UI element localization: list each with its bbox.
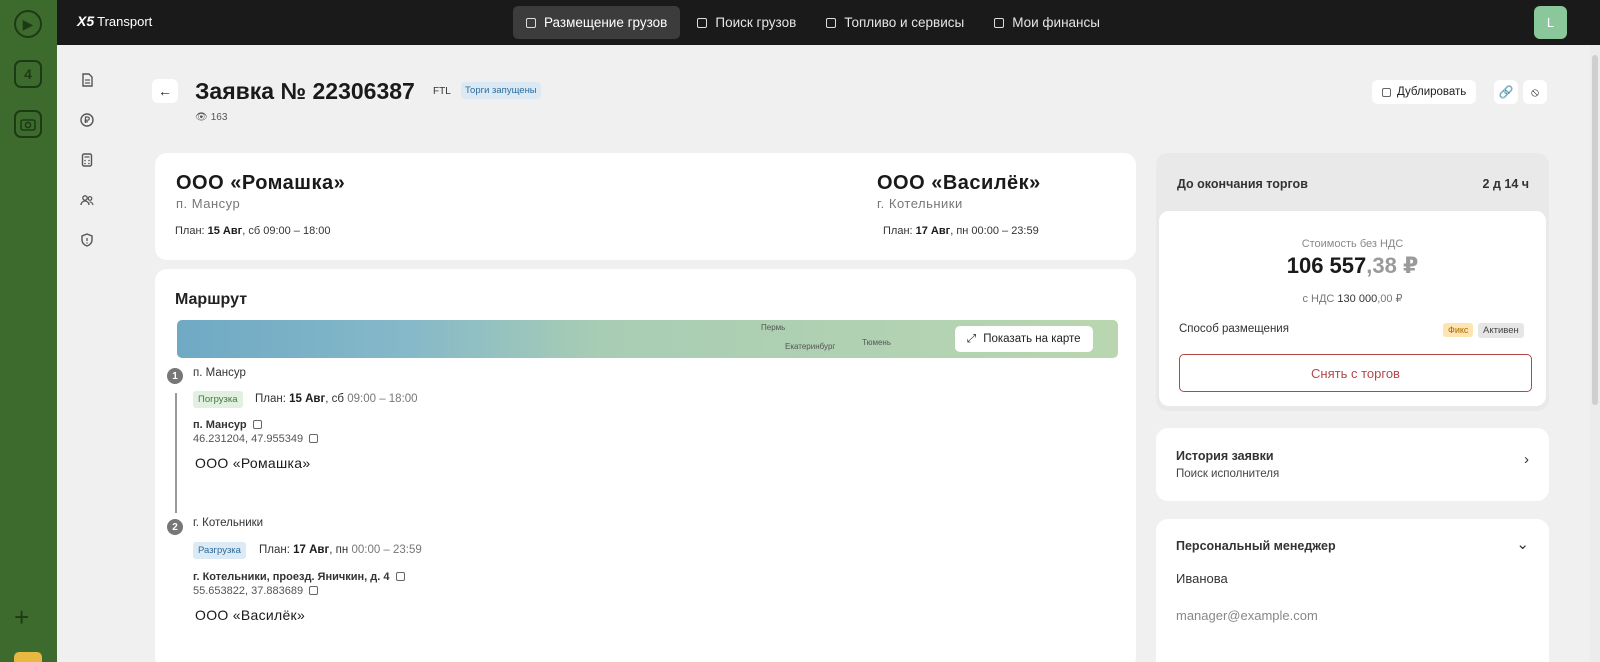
stop-city: г. Котельники xyxy=(193,517,264,529)
withdraw-from-auction-button[interactable]: Снять с торгов xyxy=(1179,354,1532,392)
app-dock: ▶ 4 + xyxy=(0,0,57,662)
map-city-label: Екатеринбург xyxy=(785,342,836,351)
chevron-down-icon[interactable]: ⌄ xyxy=(1516,535,1529,553)
map-city-label: Тюмень xyxy=(862,338,891,347)
auction-card: До окончания торгов 2 д 14 ч Стоимость б… xyxy=(1156,153,1549,411)
back-button[interactable]: ← xyxy=(152,79,178,103)
workspace-four-button[interactable]: 4 xyxy=(14,60,42,88)
users-icon[interactable] xyxy=(70,180,104,220)
truck-icon xyxy=(697,17,708,28)
route-connector-line xyxy=(175,393,177,513)
cost-with-vat: с НДС 130 000,00 ₽ xyxy=(1302,293,1403,305)
page-title: Заявка № 22306387 xyxy=(195,78,415,104)
duplicate-button[interactable]: Дублировать xyxy=(1372,80,1477,104)
expand-icon: ⤢ xyxy=(967,332,977,345)
chevron-right-icon[interactable]: › xyxy=(1524,451,1529,468)
stop-company: ООО «Ромашка» xyxy=(195,455,311,471)
loading-chip: Погрузка xyxy=(193,391,243,408)
route-title: Маршрут xyxy=(175,291,248,308)
eye-icon: 👁 xyxy=(195,112,208,123)
stop-number-badge: 2 xyxy=(167,519,183,535)
transport-type-label: FTL xyxy=(433,86,451,97)
placement-method-label: Способ размещения xyxy=(1179,323,1289,335)
nav-cargo-placement[interactable]: Размещение грузов xyxy=(513,6,681,39)
route-card: Маршрут Пермь Екатеринбург Тюмень ⤢ Пока… xyxy=(155,269,1136,662)
cost-value: 106 557,38 ₽ xyxy=(1286,253,1419,278)
map-city-label: Пермь xyxy=(761,323,786,332)
receiver-name: ООО «Василёк» xyxy=(877,172,1041,194)
stop-address: г. Котельники, проезд. Яничкин, д. 4 xyxy=(193,571,405,583)
stop-company: ООО «Василёк» xyxy=(195,607,306,623)
order-history-card[interactable]: История заявки Поиск исполнителя › xyxy=(1156,428,1549,501)
parties-card: ООО «Ромашка» п. Мансур План: 15 Авг, сб… xyxy=(155,153,1136,260)
left-sidebar xyxy=(70,60,104,260)
auction-time-left: 2 д 14 ч xyxy=(1482,177,1529,191)
sender-name: ООО «Ромашка» xyxy=(176,172,346,194)
nav-my-finances[interactable]: Мои финансы xyxy=(981,6,1113,39)
link-icon[interactable]: 🔗 xyxy=(1494,80,1518,104)
dock-app-tile[interactable] xyxy=(14,652,42,662)
receiver-city: г. Котельники xyxy=(877,196,963,211)
coins-icon xyxy=(994,17,1005,28)
document-icon[interactable] xyxy=(70,60,104,100)
stop-address: п. Мансур xyxy=(193,419,262,431)
calculator-icon[interactable] xyxy=(70,140,104,180)
play-icon[interactable]: ▶ xyxy=(14,10,42,38)
history-subtitle: Поиск исполнителя xyxy=(1176,468,1280,480)
user-avatar[interactable]: L xyxy=(1534,6,1567,39)
personal-manager-card: Персональный менеджер ⌄ Иванова manager@… xyxy=(1156,519,1549,662)
manager-title: Персональный менеджер xyxy=(1176,539,1336,553)
add-icon[interactable]: + xyxy=(14,604,29,630)
status-badge: Торги запущены xyxy=(461,82,541,99)
camera-icon[interactable] xyxy=(14,110,42,138)
block-icon[interactable]: ⦸ xyxy=(1523,80,1547,104)
manager-name: Иванова xyxy=(1176,571,1228,586)
nav-cargo-search[interactable]: Поиск грузов xyxy=(684,6,809,39)
receiver-plan: План: 17 Авг, пн 00:00 – 23:59 xyxy=(883,225,1039,237)
copy-icon[interactable] xyxy=(395,572,405,581)
show-on-map-button[interactable]: ⤢ Показать на карте xyxy=(955,326,1093,352)
copy-icon[interactable] xyxy=(252,420,262,429)
views-counter: 👁 163 xyxy=(195,112,228,123)
stop-plan: План: 17 Авг, пн 00:00 – 23:59 xyxy=(259,544,422,556)
price-panel: Стоимость без НДС 106 557,38 ₽ с НДС 130… xyxy=(1159,211,1546,406)
ruble-icon[interactable] xyxy=(70,100,104,140)
copy-icon[interactable] xyxy=(309,434,319,443)
copy-icon xyxy=(1382,87,1391,97)
shield-icon[interactable] xyxy=(70,220,104,260)
fixed-price-badge: Фикс xyxy=(1443,323,1474,337)
stop-plan: План: 15 Авг, сб 09:00 – 18:00 xyxy=(255,393,418,405)
active-badge: Активен xyxy=(1478,323,1524,338)
stop-coordinates: 46.231204, 47.955349 xyxy=(193,433,319,445)
stop-number-badge: 1 xyxy=(167,368,183,384)
route-map[interactable]: Пермь Екатеринбург Тюмень ⤢ Показать на … xyxy=(177,320,1118,358)
nav-fuel-services[interactable]: Топливо и сервисы xyxy=(813,6,977,39)
top-navigation-bar: X5 Transport Размещение грузов Поиск гру… xyxy=(57,0,1600,45)
stop-coordinates: 55.653822, 37.883689 xyxy=(193,585,319,597)
main-nav: Размещение грузов Поиск грузов Топливо и… xyxy=(513,6,1113,39)
cost-label: Стоимость без НДС xyxy=(1301,238,1404,250)
sender-city: п. Мансур xyxy=(176,196,241,211)
copy-icon[interactable] xyxy=(309,586,319,595)
history-title: История заявки xyxy=(1176,449,1274,463)
unloading-chip: Разгрузка xyxy=(193,542,246,559)
x5-transport-logo[interactable]: X5 Transport xyxy=(77,13,152,29)
auction-ends-label: До окончания торгов xyxy=(1177,177,1308,191)
sender-plan: План: 15 Авг, сб 09:00 – 18:00 xyxy=(175,225,331,237)
page-scrollbar[interactable] xyxy=(1590,45,1600,662)
stop-city: п. Мансур xyxy=(193,367,246,379)
manager-email[interactable]: manager@example.com xyxy=(1176,608,1318,623)
box-icon xyxy=(526,17,536,28)
rocket-icon xyxy=(826,17,837,28)
